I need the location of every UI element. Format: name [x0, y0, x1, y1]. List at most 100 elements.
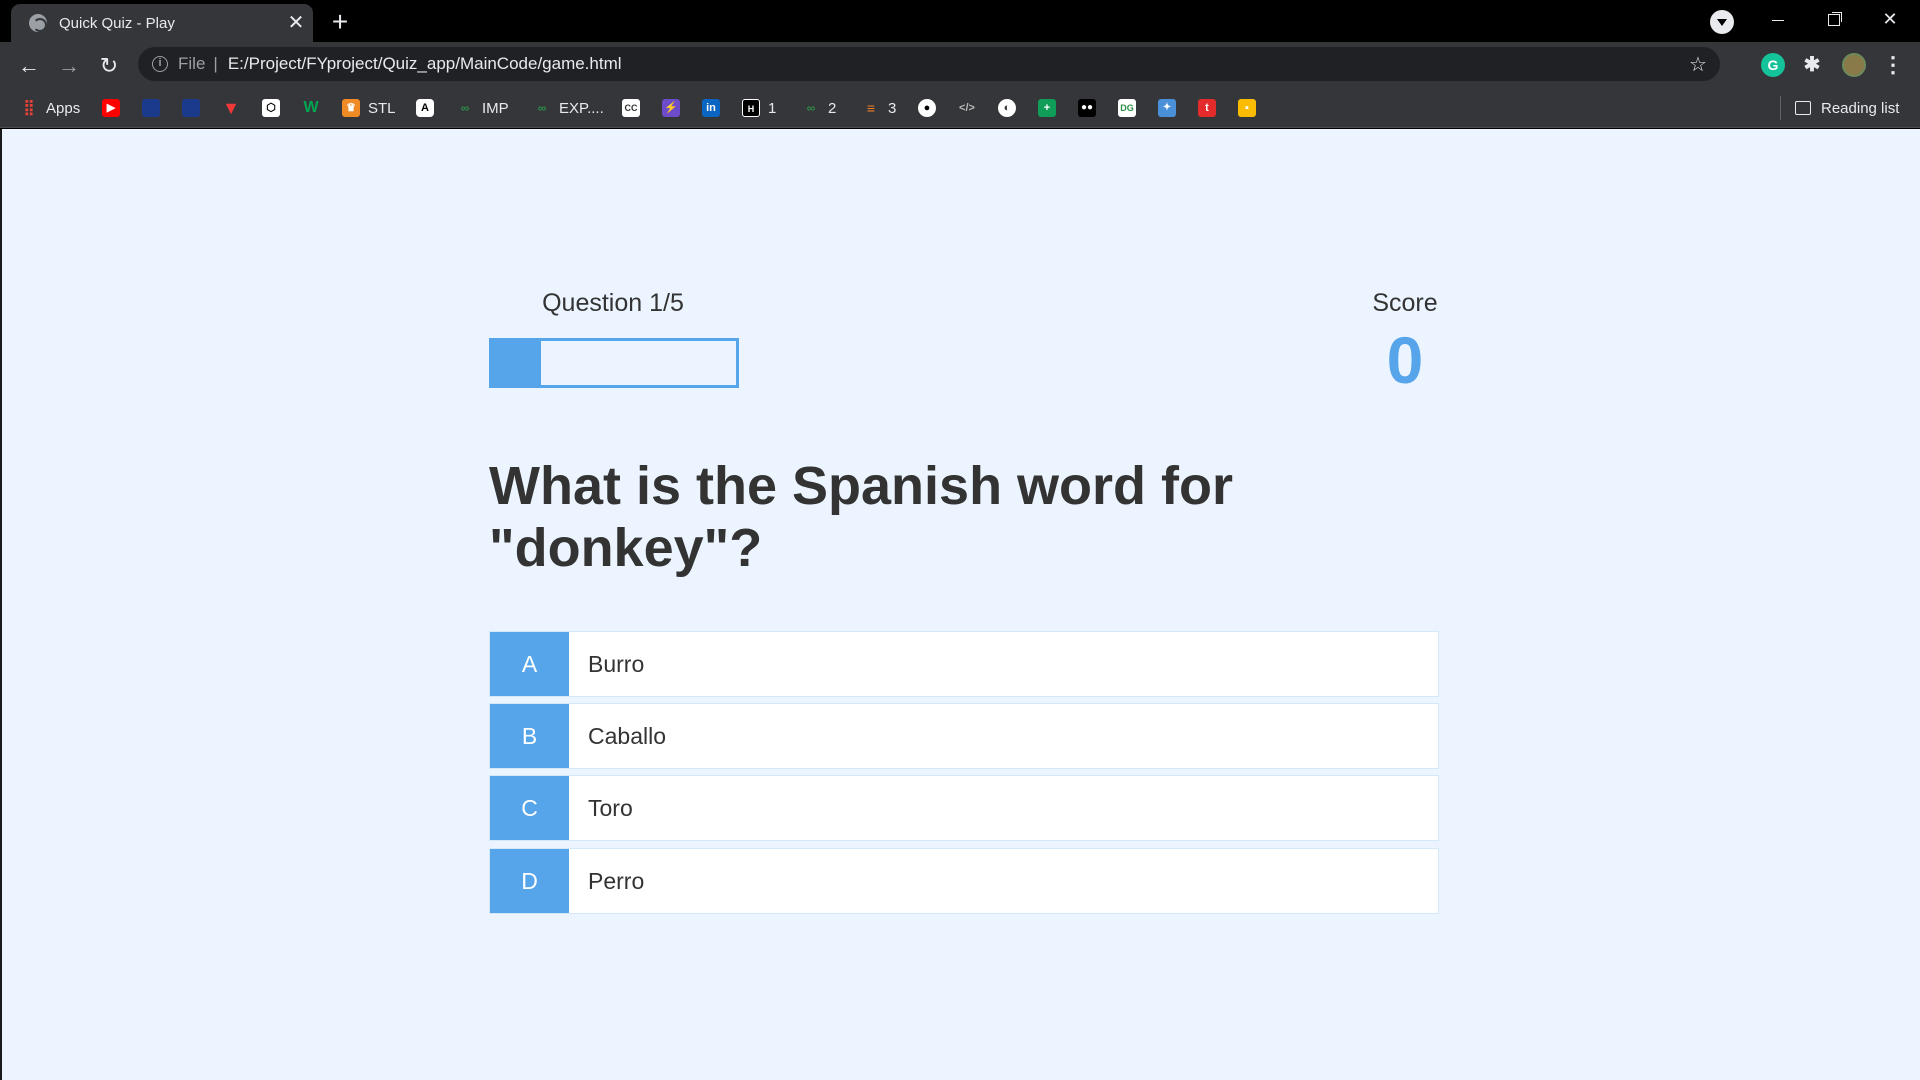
score-value: 0 [1386, 323, 1424, 397]
bookmark-red[interactable]: t [1198, 96, 1216, 120]
bookmark-medium[interactable]: ●● [1078, 96, 1096, 120]
bookmark-label: 2 [828, 99, 837, 117]
tab-title: Quick Quiz - Play [59, 14, 175, 32]
hex-logo-icon: ⬡ [262, 99, 280, 117]
bookmark-code[interactable]: </> [958, 96, 976, 120]
reading-list-button[interactable]: Reading list [1780, 96, 1899, 120]
bookmark-exp[interactable]: ∞ EXP.... [533, 96, 604, 120]
site-icon [142, 99, 160, 117]
close-window-button[interactable]: ✕ [1862, 0, 1918, 40]
browser-toolbar: ← → ↻ i File | E:/Project/FYproject/Quiz… [0, 42, 1920, 88]
progress-text: Question 1/5 [542, 289, 684, 317]
tab-search-button[interactable] [1710, 10, 1734, 34]
bookmark-stackoverflow[interactable]: ≡ 3 [862, 96, 896, 120]
bookmark-site-3[interactable] [182, 96, 200, 120]
grammarly-extension-icon[interactable]: G [1761, 53, 1785, 77]
red-app-icon: t [1198, 99, 1216, 117]
bookmark-label: STL [368, 99, 396, 117]
bookmark-linkedin[interactable]: in [702, 96, 720, 120]
bookmark-stl[interactable]: ♛ STL [342, 96, 396, 120]
choice-d[interactable]: D Perro [489, 848, 1439, 914]
bookmark-keep[interactable]: ▪ [1238, 96, 1256, 120]
bookmark-vivaldi[interactable]: ▼ [222, 96, 240, 120]
url-separator: | [213, 54, 218, 73]
bookmark-label: EXP.... [559, 99, 604, 117]
choice-text: Burro [588, 650, 645, 677]
tab-close-icon[interactable]: ✕ [279, 4, 313, 42]
back-arrow-icon[interactable]: ← [13, 50, 45, 82]
reading-list-label: Reading list [1821, 99, 1900, 117]
bookmark-gfg-2[interactable]: ∞ 2 [802, 96, 837, 120]
forward-arrow-icon[interactable]: → [53, 50, 85, 82]
progress-bar-fill [492, 341, 541, 385]
apps-grid-icon: ⣿ [23, 99, 35, 116]
bookmark-cc[interactable]: CC [622, 96, 640, 120]
new-tab-button[interactable]: + [324, 6, 356, 38]
tab-strip: Quick Quiz - Play ✕ + ✕ [0, 0, 1920, 42]
progress-bar [489, 338, 739, 388]
bookmark-apps[interactable]: ⣿ Apps [20, 96, 81, 120]
bookmark-hackerrank[interactable]: H 1 [742, 96, 776, 120]
bookmark-openai[interactable]: ⬡ [262, 96, 280, 120]
stl-icon: ♛ [342, 99, 360, 117]
choice-text: Perro [588, 867, 645, 894]
bookmark-label: 3 [888, 99, 897, 117]
v-logo-icon: ▼ [222, 98, 240, 118]
globe-icon: ◐ [998, 99, 1016, 117]
score-box: Score 0 [1332, 289, 1478, 397]
url-text[interactable]: E:/Project/FYproject/Quiz_app/MainCode/g… [228, 54, 1676, 74]
bookmark-bolt[interactable]: ⚡ [662, 96, 680, 120]
bookmark-label: IMP [482, 99, 509, 117]
bookmark-globe[interactable]: ◐ [998, 96, 1016, 120]
gfg-icon: ∞ [460, 101, 470, 115]
cc-icon: CC [622, 99, 640, 117]
quiz-page: Question 1/5 Score 0 What is the Spanish… [0, 129, 1920, 1080]
bookmark-dg[interactable]: DG [1118, 96, 1136, 120]
bookmark-github[interactable]: ● [918, 96, 936, 120]
minimize-button[interactable] [1750, 0, 1806, 40]
medium-icon: ●● [1078, 99, 1096, 117]
info-icon[interactable]: i [152, 56, 168, 72]
score-label: Score [1372, 289, 1438, 317]
stackoverflow-icon: ≡ [866, 100, 876, 116]
code-icon: </> [959, 102, 975, 114]
youtube-icon: ▶ [102, 99, 120, 117]
choice-prefix: C [490, 776, 569, 840]
bookmarks-bar: ⣿ Apps ▶ ▼ ⬡ W ♛ STL A ∞ IMP ∞ EXP.... C… [0, 88, 1920, 128]
reading-list-icon [1795, 101, 1811, 115]
bookmark-star-icon[interactable]: ☆ [1676, 52, 1720, 77]
bookmark-map[interactable]: ✦ [1158, 96, 1176, 120]
choice-a[interactable]: A Burro [489, 631, 1439, 697]
choice-prefix: A [490, 632, 569, 696]
bookmark-w[interactable]: W [302, 96, 320, 120]
lightning-icon: ⚡ [662, 99, 680, 117]
linkedin-icon: in [702, 99, 720, 117]
restore-button[interactable] [1806, 0, 1862, 40]
browser-menu-icon[interactable]: ⋮ [1882, 53, 1904, 77]
profile-avatar[interactable] [1842, 53, 1866, 77]
hackerrank-icon: H [742, 99, 760, 117]
bookmark-label: 1 [768, 99, 777, 117]
question-text: What is the Spanish word for "donkey"? [489, 456, 1234, 578]
tab-quick-quiz[interactable]: Quick Quiz - Play ✕ [11, 4, 313, 42]
bookmark-angular[interactable]: A [416, 96, 434, 120]
map-icon: ✦ [1158, 99, 1176, 117]
w-logo-icon: W [303, 99, 319, 116]
choice-b[interactable]: B Caballo [489, 703, 1439, 769]
bookmark-imp[interactable]: ∞ IMP [456, 96, 509, 120]
keep-icon: ▪ [1238, 99, 1256, 117]
choice-prefix: D [490, 849, 569, 913]
choice-c[interactable]: C Toro [489, 775, 1439, 841]
bookmark-site-2[interactable] [142, 96, 160, 120]
address-bar[interactable]: i File | E:/Project/FYproject/Quiz_app/M… [138, 47, 1720, 81]
choice-text: Toro [588, 794, 633, 821]
extensions-puzzle-icon[interactable]: ✱ [1800, 53, 1824, 77]
choice-text: Caballo [588, 722, 666, 749]
bookmark-youtube[interactable]: ▶ [102, 96, 120, 120]
gfg-icon: ∞ [537, 101, 547, 115]
url-scheme: File [178, 54, 206, 73]
a-logo-icon: A [416, 99, 434, 117]
bookmark-sheets[interactable]: + [1038, 96, 1056, 120]
globe-icon [29, 14, 47, 32]
reload-icon[interactable]: ↻ [93, 50, 125, 82]
